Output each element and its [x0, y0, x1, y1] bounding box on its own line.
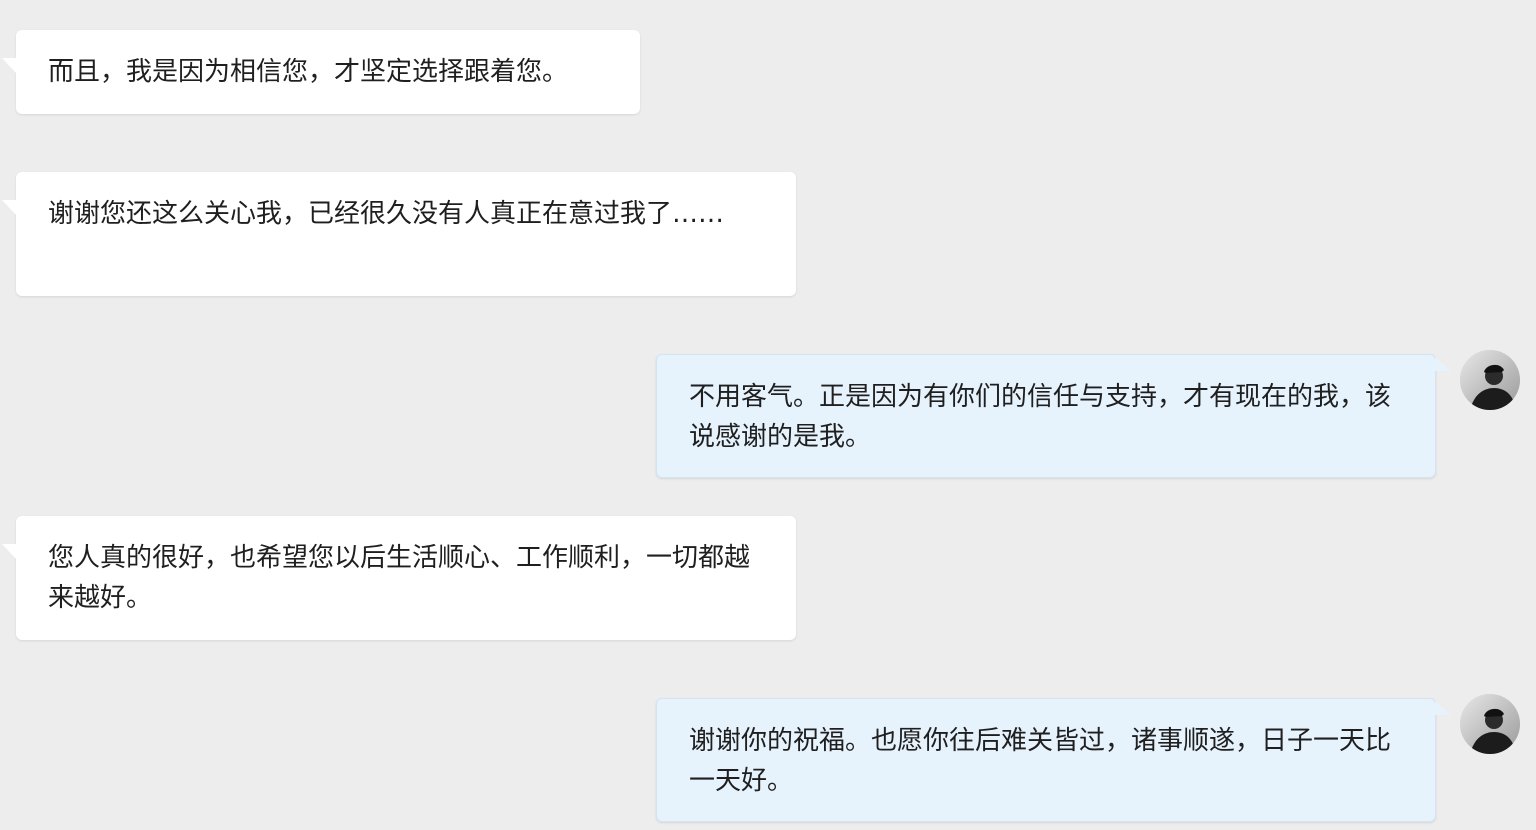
- message-bubble-incoming[interactable]: 而且，我是因为相信您，才坚定选择跟着您。: [2, 30, 640, 114]
- message-text: 您人真的很好，也希望您以后生活顺心、工作顺利，一切都越来越好。: [48, 543, 751, 613]
- message-bubble-incoming[interactable]: 谢谢您还这么关心我，已经很久没有人真正在意过我了……: [2, 172, 796, 296]
- message-bubble-outgoing[interactable]: 不用客气。正是因为有你们的信任与支持，才有现在的我，该说感谢的是我。: [656, 354, 1451, 478]
- message-bubble-outgoing[interactable]: 谢谢你的祝福。也愿你往后难关皆过，诸事顺遂，日子一天比一天好。: [656, 698, 1451, 822]
- avatar-icon: [1460, 350, 1520, 410]
- message-text: 谢谢您还这么关心我，已经很久没有人真正在意过我了……: [48, 199, 725, 229]
- bubble-tail: [1435, 701, 1451, 715]
- bubble-tail: [2, 200, 17, 216]
- message-text: 谢谢你的祝福。也愿你往后难关皆过，诸事顺遂，日子一天比一天好。: [689, 726, 1392, 796]
- user-avatar[interactable]: [1460, 350, 1520, 410]
- user-avatar[interactable]: [1460, 694, 1520, 754]
- message-text: 而且，我是因为相信您，才坚定选择跟着您。: [48, 57, 569, 87]
- bubble-tail: [2, 544, 17, 560]
- avatar-icon: [1460, 694, 1520, 754]
- chat-window: 而且，我是因为相信您，才坚定选择跟着您。 谢谢您还这么关心我，已经很久没有人真正…: [0, 0, 1536, 830]
- message-text: 不用客气。正是因为有你们的信任与支持，才有现在的我，该说感谢的是我。: [689, 382, 1392, 452]
- message-bubble-incoming[interactable]: 您人真的很好，也希望您以后生活顺心、工作顺利，一切都越来越好。: [2, 516, 796, 640]
- bubble-tail: [2, 58, 17, 74]
- bubble-tail: [1435, 357, 1451, 371]
